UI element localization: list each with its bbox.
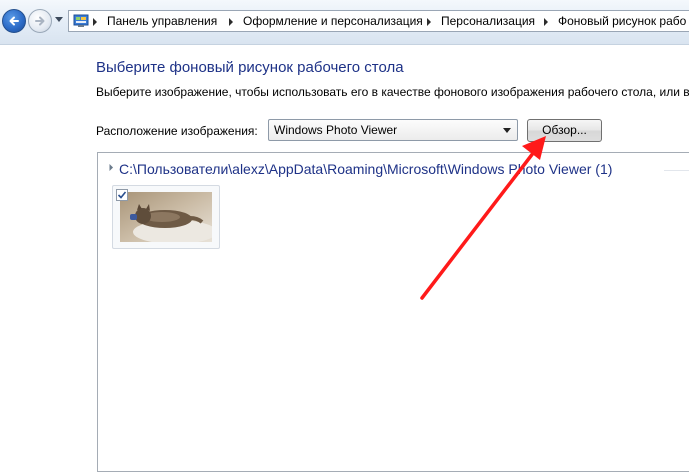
image-checkbox[interactable] [116,189,128,201]
page-subtitle: Выберите изображение, чтобы использовать… [96,85,689,99]
chevron-down-icon[interactable] [55,17,63,22]
page-title: Выберите фоновый рисунок рабочего стола [96,59,404,76]
breadcrumb-separator[interactable] [544,18,548,26]
breadcrumb-appearance[interactable]: Оформление и персонализация [243,14,423,28]
breadcrumb-control-panel[interactable]: Панель управления [107,14,217,28]
dropdown-arrow-icon[interactable] [503,128,511,133]
picture-location-select[interactable]: Windows Photo Viewer [268,119,518,141]
forward-button[interactable] [28,9,52,33]
breadcrumb-separator[interactable] [229,18,233,26]
checkmark-icon [117,191,127,199]
kitten-thumbnail[interactable] [120,192,212,242]
breadcrumb-personalization[interactable]: Персонализация [441,14,535,28]
back-arrow-icon [9,16,19,26]
picture-location-label: Расположение изображения: [96,124,258,138]
group-divider [664,170,689,171]
list-item[interactable] [112,185,220,249]
navigation-bar: Панель управления Оформление и персонали… [0,0,689,45]
back-button[interactable] [2,9,26,33]
forward-arrow-icon [35,16,45,26]
breadcrumb-desktop-background[interactable]: Фоновый рисунок рабо [558,14,686,28]
control-panel-icon [73,14,89,27]
breadcrumb[interactable]: Панель управления Оформление и персонали… [68,10,689,32]
picture-location-value: Windows Photo Viewer [274,123,398,137]
browse-button[interactable]: Обзор... [527,119,602,142]
breadcrumb-separator[interactable] [93,18,97,26]
image-group-header[interactable]: C:\Пользователи\alexz\AppData\Roaming\Mi… [119,161,612,177]
breadcrumb-separator[interactable] [427,18,431,26]
